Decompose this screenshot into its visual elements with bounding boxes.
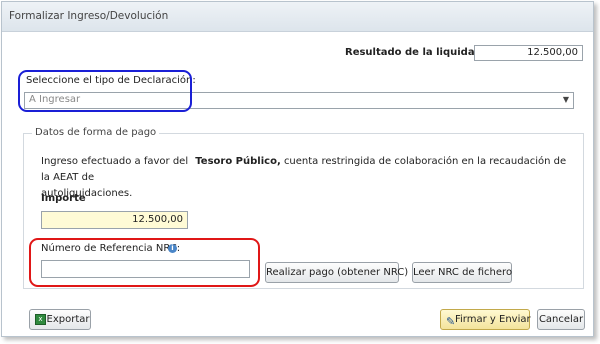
dialog-titlebar: Formalizar Ingreso/Devolución bbox=[2, 2, 593, 32]
liquidacion-value-field: 12.500,00 bbox=[474, 45, 583, 61]
nrc-highlight bbox=[29, 238, 260, 287]
leer-nrc-button[interactable]: Leer NRC de fichero bbox=[412, 262, 512, 283]
chevron-down-icon[interactable]: ▼ bbox=[563, 93, 569, 107]
pago-description: Ingreso efectuado a favor del Tesoro Púb… bbox=[41, 154, 571, 202]
formalizar-dialog: Formalizar Ingreso/Devolución Resultado … bbox=[1, 1, 594, 337]
pago-text-bold: Tesoro Público, bbox=[195, 156, 281, 167]
importe-field: 12.500,00 bbox=[41, 211, 188, 229]
pen-icon: ✎ bbox=[446, 315, 456, 328]
cancelar-button[interactable]: Cancelar bbox=[537, 309, 585, 330]
spreadsheet-icon: x bbox=[35, 314, 46, 325]
pago-legend: Datos de forma de pago bbox=[32, 127, 160, 138]
importe-label: Importe bbox=[41, 193, 86, 204]
realizar-pago-button[interactable]: Realizar pago (obtener NRC) bbox=[265, 262, 408, 283]
pago-text-before: Ingreso efectuado a favor del bbox=[41, 156, 189, 167]
exportar-label: Exportar bbox=[46, 314, 90, 325]
firmar-enviar-button[interactable]: ✎ Firmar y Enviar bbox=[440, 309, 531, 330]
firmar-enviar-label: Firmar y Enviar bbox=[455, 314, 531, 325]
dialog-title: Formalizar Ingreso/Devolución bbox=[9, 10, 169, 22]
exportar-button[interactable]: x Exportar bbox=[29, 309, 91, 330]
declaracion-highlight bbox=[18, 70, 192, 112]
